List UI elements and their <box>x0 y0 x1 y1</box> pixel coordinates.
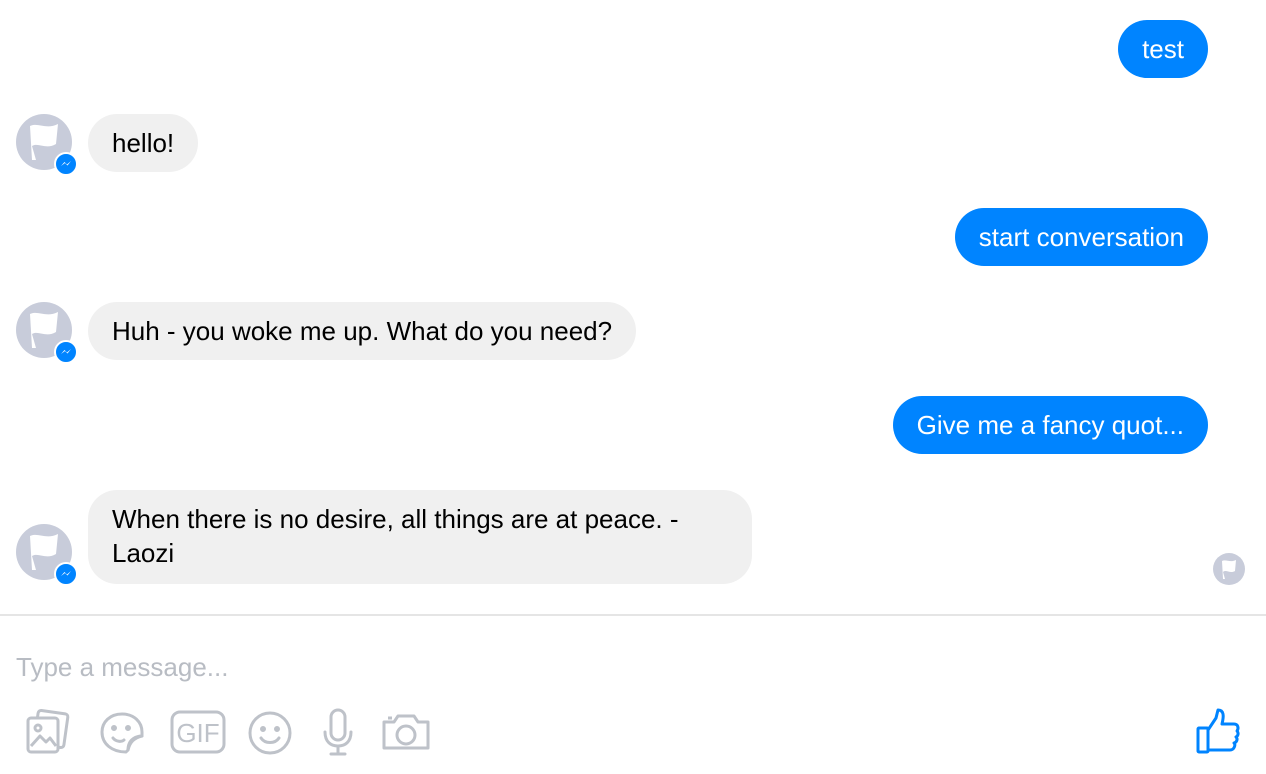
messenger-badge-icon <box>54 562 78 586</box>
messenger-badge-icon <box>54 152 78 176</box>
camera-icon[interactable] <box>380 706 432 760</box>
message-bubble-outgoing[interactable]: Give me a fancy quot... <box>892 396 1208 454</box>
bot-avatar[interactable] <box>16 302 78 364</box>
bot-avatar[interactable] <box>16 114 78 176</box>
photo-icon[interactable] <box>24 706 72 760</box>
message-text: Huh - you woke me up. What do you need? <box>112 316 613 346</box>
bot-avatar[interactable] <box>16 524 78 586</box>
gif-label: GIF <box>176 718 219 748</box>
message-bubble-incoming[interactable]: Huh - you woke me up. What do you need? <box>88 302 637 360</box>
microphone-icon[interactable] <box>318 706 358 760</box>
thumbs-up-icon[interactable] <box>1194 706 1242 756</box>
message-bubble-incoming[interactable]: hello! <box>88 114 199 172</box>
seen-indicator-avatar <box>1213 553 1245 585</box>
flag-icon <box>1222 560 1236 579</box>
message-text: start conversation <box>978 222 1184 252</box>
message-text: When there is no desire, all things are … <box>112 504 679 568</box>
message-text: hello! <box>112 128 175 158</box>
message-input[interactable] <box>14 646 1118 688</box>
message-text: Give me a fancy quot... <box>916 410 1184 440</box>
message-bubble-outgoing[interactable]: start conversation <box>954 208 1208 266</box>
message-text: test <box>1142 34 1184 64</box>
message-bubble-incoming[interactable]: When there is no desire, all things are … <box>88 490 752 584</box>
emoji-icon[interactable] <box>246 706 294 760</box>
composer-divider <box>0 614 1266 616</box>
gif-icon[interactable]: GIF <box>170 706 226 760</box>
message-bubble-outgoing[interactable]: test <box>1118 20 1208 78</box>
messenger-badge-icon <box>54 340 78 364</box>
sticker-icon[interactable] <box>98 706 146 760</box>
